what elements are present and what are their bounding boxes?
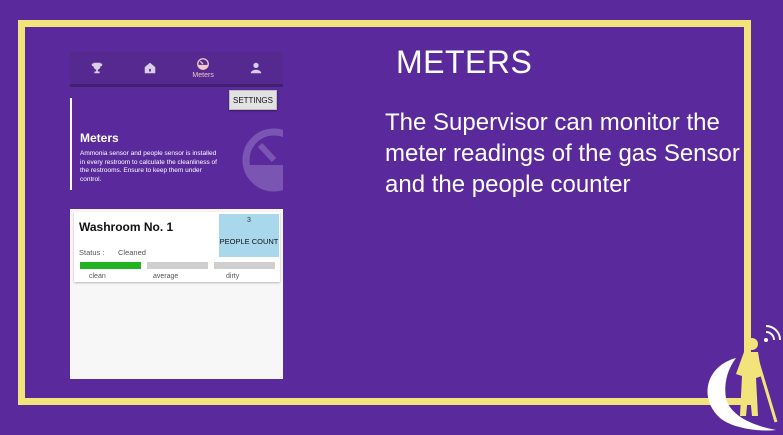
trophy-icon [91, 62, 102, 74]
nav-item-profile[interactable] [230, 52, 283, 84]
bottom-nav: Meters [70, 52, 283, 84]
nav-item-home[interactable] [123, 52, 176, 84]
washroom-card[interactable]: Washroom No. 1 Status : Cleaned 3 PEOPLE… [74, 212, 280, 282]
cleaner-logo-icon [707, 325, 781, 431]
info-accent-bar [70, 98, 72, 190]
meter-bar-dirty [214, 262, 275, 269]
meters-info-text: Ammonia sensor and people sensor is inst… [80, 150, 217, 183]
slide-title: METERS [396, 44, 533, 80]
meters-title: Meters [80, 131, 119, 145]
washroom-title: Washroom No. 1 [79, 220, 174, 234]
meter-icon [197, 58, 210, 70]
slide-description: The Supervisor can monitor the meter rea… [385, 109, 740, 198]
people-count-value: 3 [247, 217, 251, 224]
home-icon [144, 62, 156, 74]
meter-bar-clean [80, 262, 141, 269]
meter-label-average: average [153, 273, 179, 280]
phone-screenshot: Meters SETTINGS Meters Ammonia sensor an… [70, 52, 283, 379]
people-count-label: PEOPLE COUNT [219, 237, 279, 246]
settings-button[interactable]: SETTINGS [229, 90, 277, 110]
status-value: Cleaned [118, 248, 146, 257]
status-label: Status : [79, 248, 105, 257]
people-count-box: 3 PEOPLE COUNT [219, 214, 279, 257]
person-icon [251, 62, 262, 74]
nav-label-meters: Meters [192, 72, 214, 79]
meter-label-dirty: dirty [226, 273, 240, 280]
gauge-icon [242, 128, 283, 192]
meter-label-clean: clean [89, 273, 106, 280]
meter-bar-average [147, 262, 208, 269]
nav-item-trophy[interactable] [70, 52, 123, 84]
nav-item-meters[interactable]: Meters [177, 52, 230, 84]
meters-header-panel: SETTINGS Meters Ammonia sensor and peopl… [70, 87, 283, 209]
